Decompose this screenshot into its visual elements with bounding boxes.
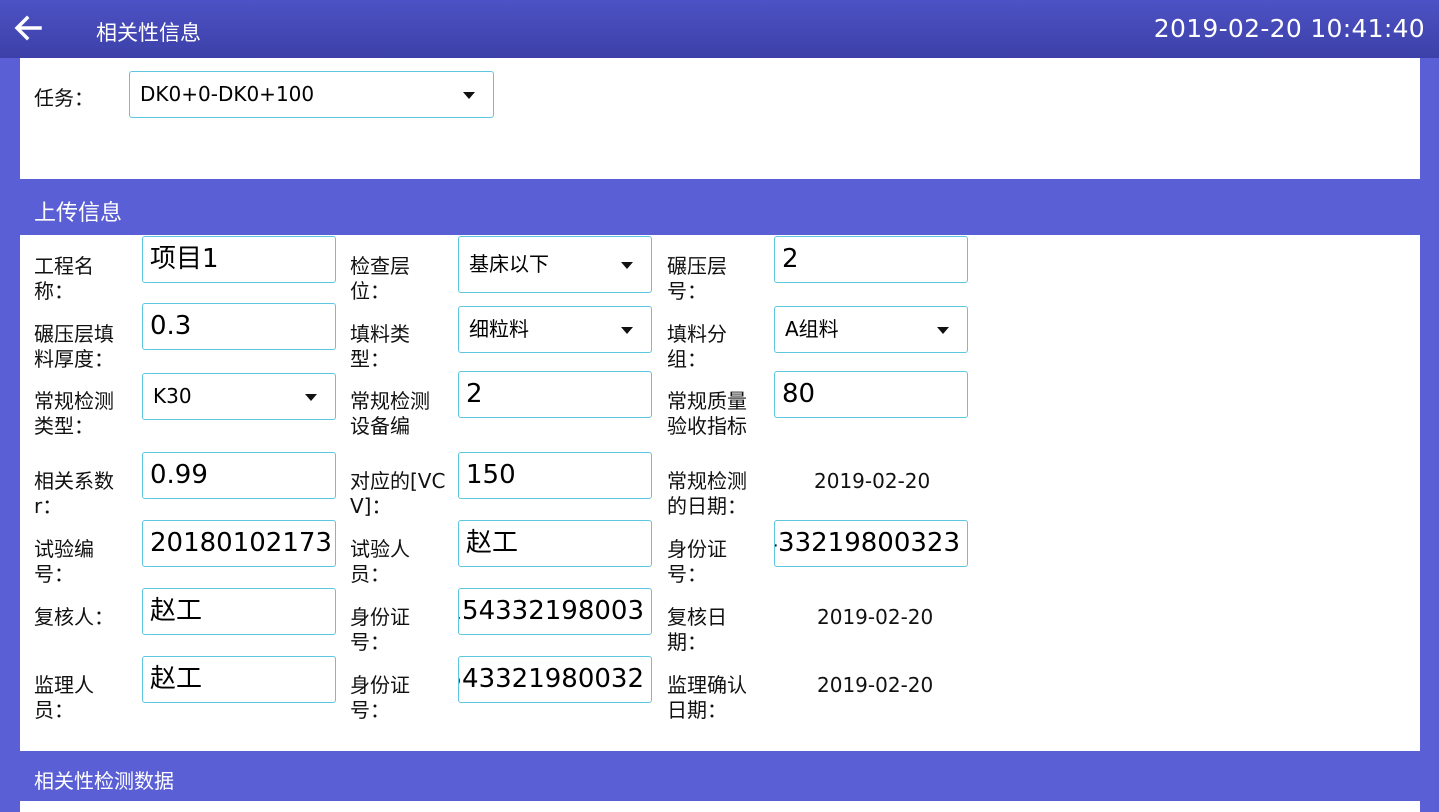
quality-index-input[interactable]: 80 [774,371,968,418]
reviewer-id-input[interactable]: 154332198003 [458,588,652,635]
test-no-label: 试验编号： [34,537,94,586]
caret-down-icon [463,92,475,99]
supervisor-id-label: 身份证号： [350,673,410,722]
detect-date-label: 常规检测的日期： [667,469,747,518]
fill-group-value: A组料 [785,317,839,341]
fill-group-select[interactable]: A组料 [774,306,968,353]
detect-type-value: K30 [153,384,192,408]
page-title: 相关性信息 [96,21,201,45]
quality-index-label: 常规质量验收指标合格值X： [667,389,747,438]
caret-down-icon [305,394,317,401]
tester-id-input[interactable]: 433219800323 [774,520,968,567]
section-header-upload: 上传信息 [20,179,1420,235]
corr-coef-label: 相关系数r： [34,469,114,518]
compaction-layer-input[interactable]: 2 [774,236,968,283]
tester-input[interactable]: 赵工 [458,520,652,567]
vcv-input[interactable]: 150 [458,452,652,499]
caret-down-icon [621,327,633,334]
fill-type-select[interactable]: 细粒料 [458,306,652,353]
check-layer-select[interactable]: 基床以下 [458,236,652,293]
fill-type-value: 细粒料 [469,317,529,341]
vcv-label: 对应的[VCV]： [350,469,446,518]
main-content: 任务： DK0+0-DK0+100 上传信息 工程名称： 项目1 检查层位： 基… [20,58,1420,812]
caret-down-icon [937,327,949,334]
section-title: 相关性检测数据 [34,769,174,793]
tester-label: 试验人员： [350,537,410,586]
review-date-value[interactable]: 2019-02-20 [817,605,933,630]
supervisor-id-input[interactable]: 543321980032 [458,656,652,703]
review-date-label: 复核日期： [667,605,727,654]
fill-group-label: 填料分组： [667,322,727,371]
section-title: 上传信息 [34,201,123,226]
fill-type-label: 填料类型： [350,322,410,371]
section-header-detection: 相关性检测数据 [20,751,1420,801]
task-select[interactable]: DK0+0-DK0+100 [129,71,494,118]
fill-thickness-label: 碾压层填料厚度： [34,322,114,371]
datetime-display: 2019-02-20 10:41:40 [1153,14,1425,43]
tester-id-label: 身份证号： [667,537,727,586]
supervisor-input[interactable]: 赵工 [142,656,336,703]
detect-type-label: 常规检测类型： [34,389,114,438]
detect-type-select[interactable]: K30 [142,373,336,420]
reviewer-label: 复核人： [34,605,114,629]
project-name-input[interactable]: 项目1 [142,236,336,283]
compaction-layer-label: 碾压层号： [667,254,727,303]
app-header: 相关性信息 2019-02-20 10:41:40 [0,0,1439,58]
task-select-value: DK0+0-DK0+100 [140,82,315,106]
device-no-label: 常规检测设备编号： [350,389,430,438]
test-no-input[interactable]: 20180102173 [142,520,336,567]
project-name-label: 工程名称： [34,254,94,303]
reviewer-input[interactable]: 赵工 [142,588,336,635]
check-layer-label: 检查层位： [350,254,410,303]
check-layer-value: 基床以下 [469,252,549,276]
fill-thickness-input[interactable]: 0.3 [142,303,336,350]
arrow-left-icon[interactable] [12,12,44,44]
device-no-input[interactable]: 2 [458,371,652,418]
corr-coef-input[interactable]: 0.99 [142,452,336,499]
supervisor-date-value[interactable]: 2019-02-20 [817,673,933,698]
task-label: 任务： [34,86,94,110]
supervisor-label: 监理人员： [34,673,94,722]
reviewer-id-label: 身份证号： [350,605,410,654]
caret-down-icon [621,262,633,269]
detect-date-value[interactable]: 2019-02-20 [814,469,930,494]
supervisor-date-label: 监理确认日期： [667,673,747,722]
